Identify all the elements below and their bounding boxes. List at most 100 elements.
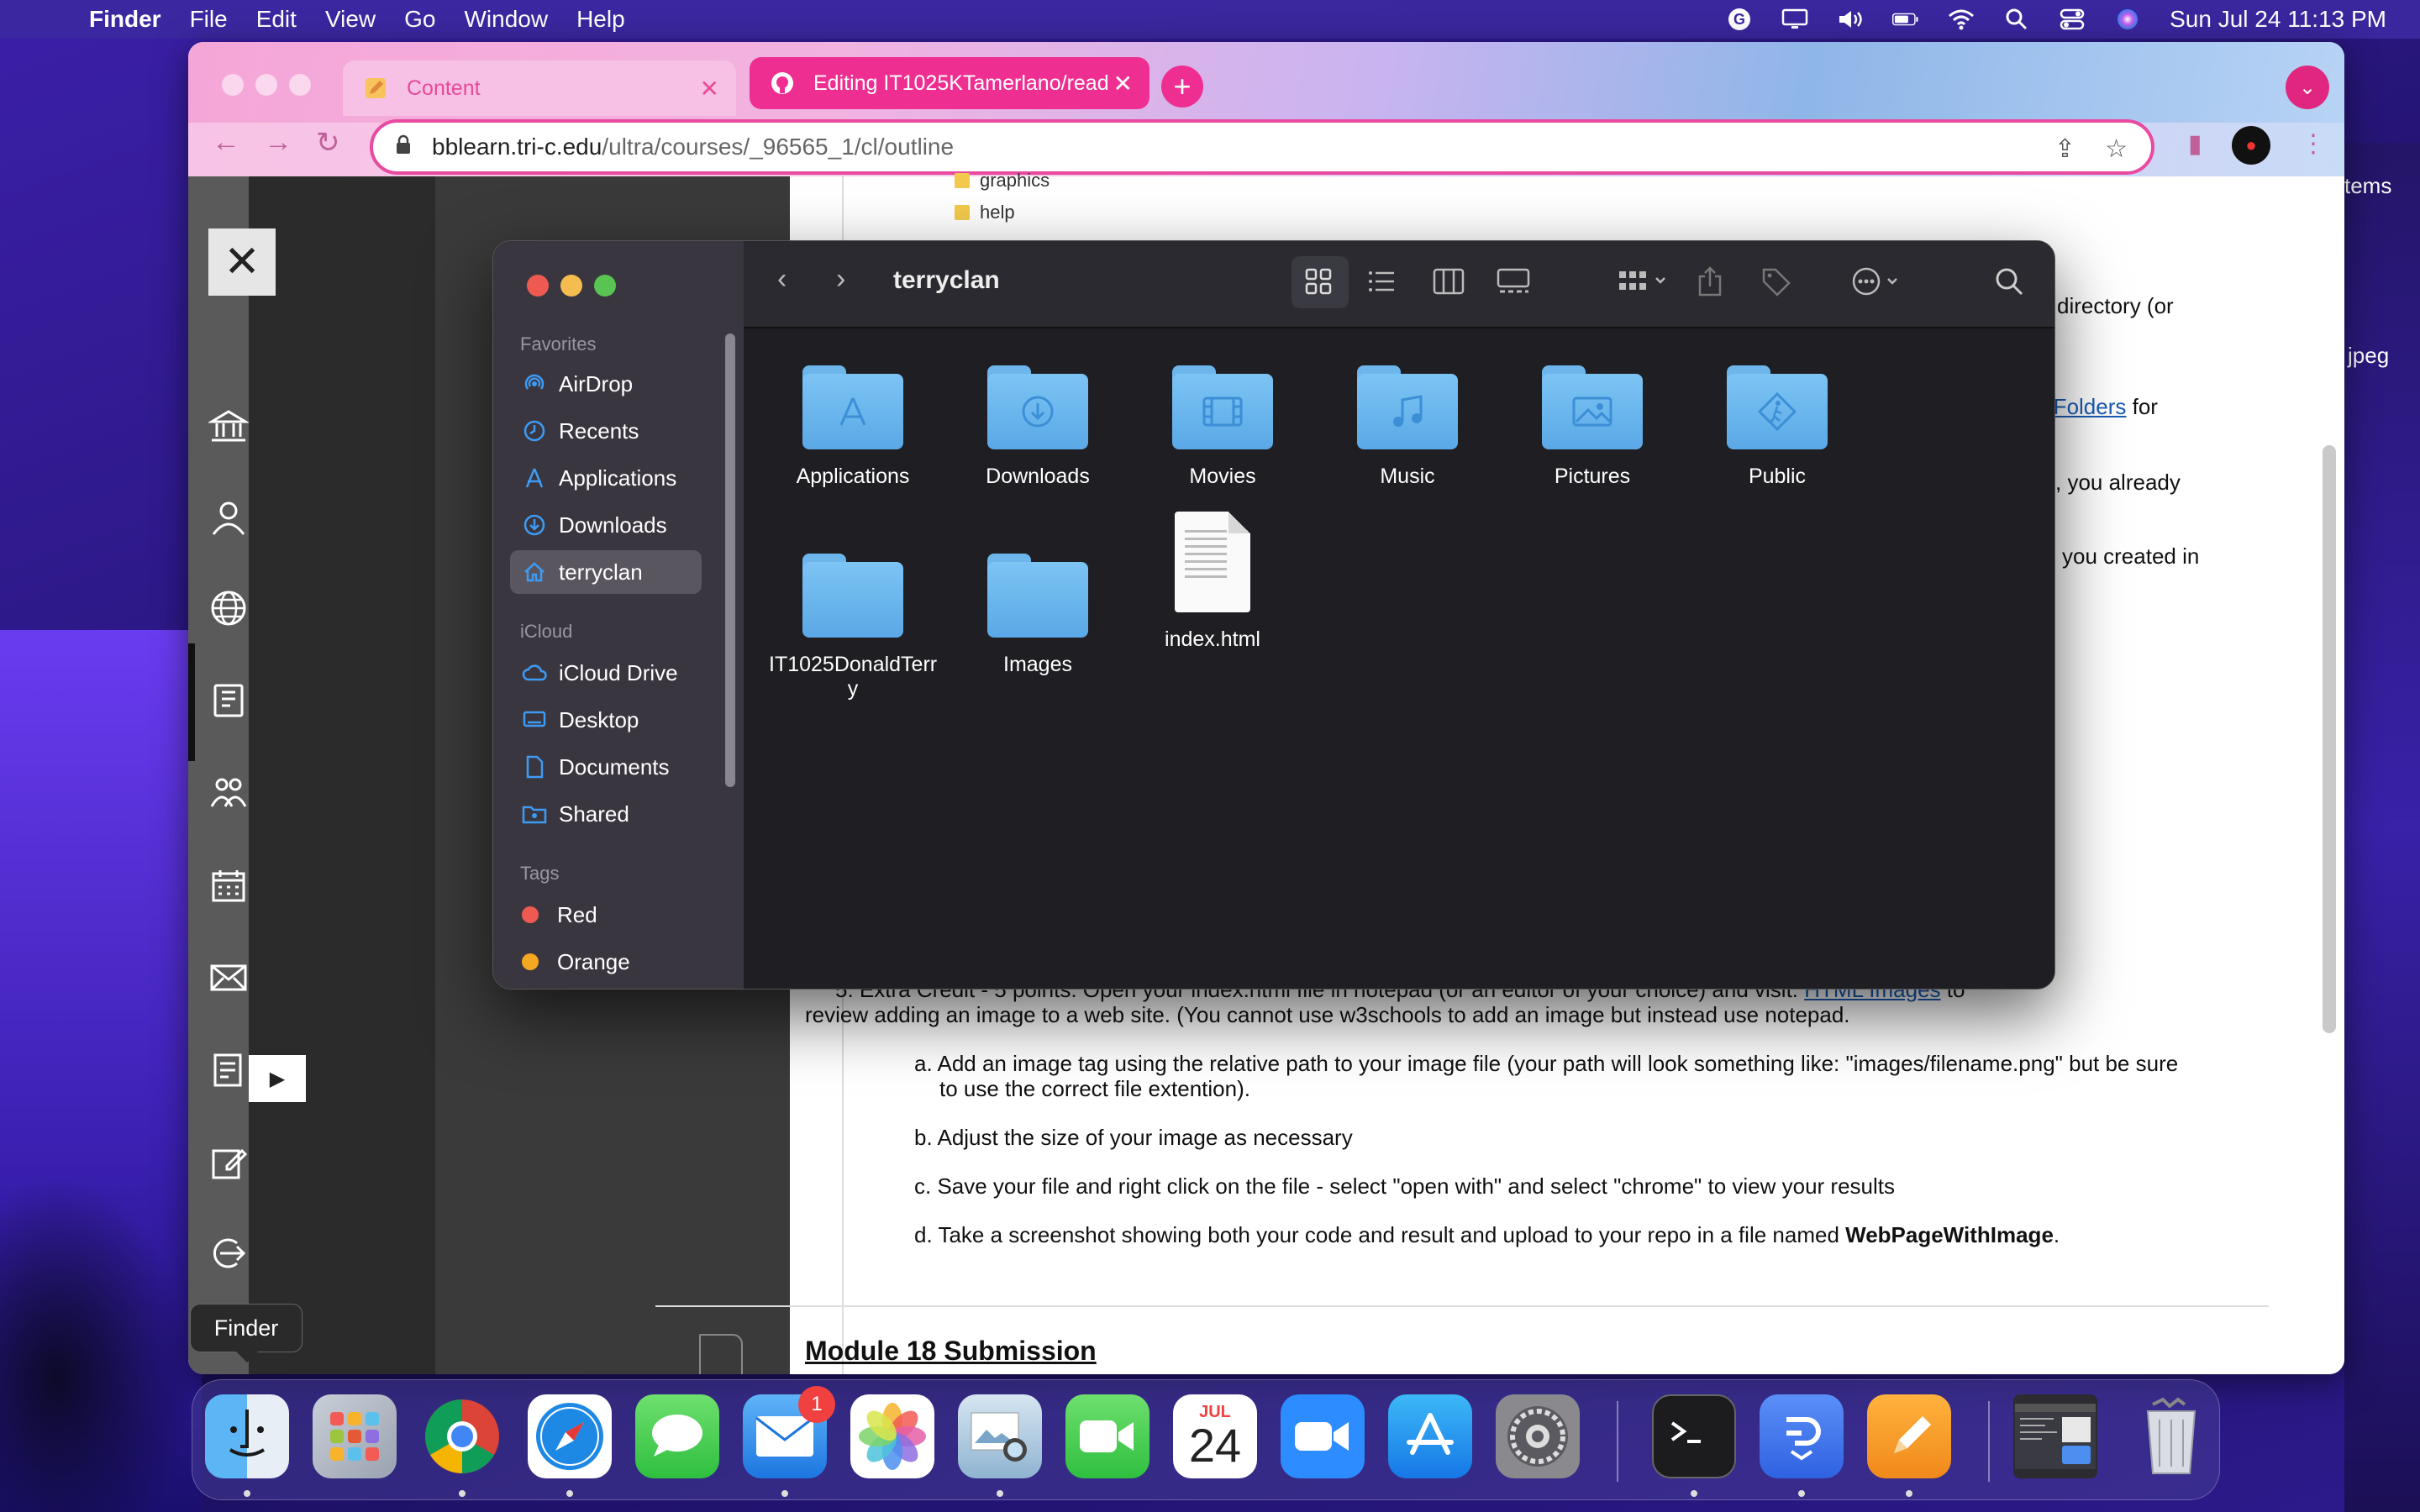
sign-out-icon[interactable] — [205, 1230, 252, 1277]
back-arrow-icon[interactable]: ← — [212, 126, 240, 159]
address-bar[interactable]: bblearn.tri-c.edu/ultra/courses/_96565_1… — [370, 119, 2154, 175]
dock-trash-icon[interactable] — [2129, 1394, 2213, 1478]
courses-icon[interactable] — [205, 677, 252, 724]
bb-close-button[interactable]: ✕ — [208, 228, 276, 296]
sidebar-item-recents[interactable]: Recents — [510, 409, 702, 453]
dock-editor-app-icon[interactable] — [1760, 1394, 1844, 1478]
menu-app-name[interactable]: Finder — [89, 6, 161, 33]
sidebar-tag-orange[interactable]: Orange — [510, 940, 702, 984]
dock-finder-icon[interactable] — [205, 1394, 289, 1478]
globe-icon[interactable] — [205, 585, 252, 632]
dock-messages-icon[interactable] — [635, 1394, 719, 1478]
grammarly-status-icon[interactable]: G — [1726, 8, 1753, 30]
column-view-icon[interactable] — [1433, 266, 1465, 304]
new-tab-button[interactable]: + — [1161, 66, 1203, 108]
sidebar-tag-red[interactable]: Red — [510, 893, 702, 937]
display-icon[interactable] — [1781, 8, 1808, 30]
folder-images[interactable]: Images — [954, 554, 1122, 677]
page-scrollbar[interactable] — [2323, 445, 2336, 1033]
finder-minimize-button[interactable] — [560, 275, 582, 297]
file-index-html[interactable]: index.html — [1128, 512, 1297, 652]
folder-movies[interactable]: Movies — [1139, 365, 1307, 489]
volume-icon[interactable] — [1837, 8, 1864, 30]
desktop-item-label-fragment[interactable]: tems — [2344, 173, 2391, 199]
tag-icon[interactable] — [1760, 266, 1791, 304]
share-icon[interactable]: ⇪ — [2054, 134, 2075, 164]
dock-calendar-icon[interactable]: JUL 24 — [1173, 1394, 1257, 1478]
menu-window[interactable]: Window — [464, 6, 548, 33]
dock-facetime-icon[interactable] — [1065, 1394, 1150, 1478]
dock-app-store-icon[interactable] — [1388, 1394, 1472, 1478]
sidebar-item-terryclan[interactable]: terryclan — [510, 550, 702, 594]
edit-icon[interactable] — [205, 1139, 252, 1186]
browser-menu-icon[interactable]: ⋮ — [2301, 129, 2326, 159]
dock-photos-icon[interactable] — [850, 1394, 934, 1478]
sidebar-scrollbar[interactable] — [725, 333, 735, 787]
gallery-view-icon[interactable] — [1497, 266, 1530, 304]
sidebar-item-documents[interactable]: Documents — [510, 745, 702, 789]
folder-applications[interactable]: Applications — [769, 365, 937, 489]
finder-back-icon[interactable]: ‹ — [777, 263, 786, 296]
profile-avatar[interactable]: ● — [2232, 126, 2270, 165]
messages-envelope-icon[interactable] — [205, 954, 252, 1001]
folder-pictures[interactable]: Pictures — [1508, 365, 1676, 489]
finder-forward-icon[interactable]: › — [836, 263, 845, 296]
organizations-icon[interactable] — [205, 769, 252, 816]
finder-search-icon[interactable] — [1994, 266, 2024, 304]
dock-pages-icon[interactable] — [1867, 1394, 1951, 1478]
tab-close-icon[interactable]: ✕ — [700, 75, 719, 102]
window-close-button[interactable] — [222, 74, 244, 96]
profile-icon[interactable] — [205, 494, 252, 541]
reload-icon[interactable]: ↻ — [316, 126, 340, 160]
dock-minimized-window-thumbnail[interactable] — [2013, 1394, 2097, 1478]
institution-icon[interactable] — [205, 403, 252, 450]
forward-arrow-icon[interactable]: → — [264, 126, 292, 159]
tab-content[interactable]: Content ✕ — [343, 60, 736, 116]
folder-public[interactable]: Public — [1693, 365, 1861, 489]
dock-launchpad-icon[interactable] — [313, 1394, 397, 1478]
menu-clock[interactable]: Sun Jul 24 11:13 PM — [2170, 6, 2386, 33]
grades-icon[interactable] — [205, 1047, 252, 1094]
menu-go[interactable]: Go — [404, 6, 435, 33]
side-panel-icon[interactable]: ▮ — [2188, 129, 2202, 159]
dock-chrome-icon[interactable] — [420, 1394, 504, 1478]
dock-zoom-icon[interactable] — [1281, 1394, 1365, 1478]
dock-safari-icon[interactable] — [528, 1394, 612, 1478]
desktop-item-label-fragment[interactable]: jpeg — [2348, 343, 2389, 369]
bookmark-star-icon[interactable]: ☆ — [2105, 134, 2128, 164]
menu-edit[interactable]: Edit — [256, 6, 297, 33]
group-by-icon[interactable] — [1618, 266, 1670, 304]
wifi-icon[interactable] — [1948, 8, 1975, 30]
folder-music[interactable]: Music — [1323, 365, 1491, 489]
module-18-submission-link[interactable]: Module 18 Submission — [805, 1336, 1097, 1367]
sidebar-item-airdrop[interactable]: AirDrop — [510, 362, 702, 406]
sidebar-item-applications[interactable]: Applications — [510, 456, 702, 500]
tab-github-editing[interactable]: Editing IT1025KTamerlano/read ✕ — [750, 57, 1150, 109]
control-center-icon[interactable] — [2059, 8, 2086, 30]
folder-it1025donaldterry[interactable]: IT1025DonaldTerr y — [769, 554, 937, 701]
menu-file[interactable]: File — [190, 6, 228, 33]
share-icon[interactable] — [1697, 266, 1723, 304]
calendar-icon[interactable] — [205, 862, 252, 909]
menu-help[interactable]: Help — [576, 6, 625, 33]
folder-downloads[interactable]: Downloads — [954, 365, 1122, 489]
sidebar-item-icloud-drive[interactable]: iCloud Drive — [510, 651, 702, 695]
sidebar-item-shared[interactable]: Shared — [510, 792, 702, 836]
dock-preview-icon[interactable] — [958, 1394, 1042, 1478]
window-minimize-button[interactable] — [255, 74, 277, 96]
spotlight-search-icon[interactable] — [2003, 8, 2030, 30]
window-zoom-button[interactable] — [289, 74, 311, 96]
dock-system-settings-icon[interactable] — [1496, 1394, 1580, 1478]
tab-search-chevron-icon[interactable]: ⌄ — [2286, 66, 2329, 109]
sidebar-item-downloads[interactable]: Downloads — [510, 503, 702, 547]
list-view-icon[interactable] — [1367, 266, 1397, 304]
menu-view[interactable]: View — [325, 6, 376, 33]
dock-terminal-icon[interactable] — [1652, 1394, 1736, 1478]
icon-view-icon[interactable] — [1303, 266, 1334, 304]
battery-icon[interactable] — [1892, 8, 1919, 30]
sidebar-item-desktop[interactable]: Desktop — [510, 698, 702, 742]
bb-expand-play-button[interactable]: ▶ — [249, 1055, 306, 1102]
finder-close-button[interactable] — [527, 275, 549, 297]
siri-icon[interactable] — [2114, 8, 2141, 30]
tab-close-icon[interactable]: ✕ — [1113, 70, 1133, 97]
